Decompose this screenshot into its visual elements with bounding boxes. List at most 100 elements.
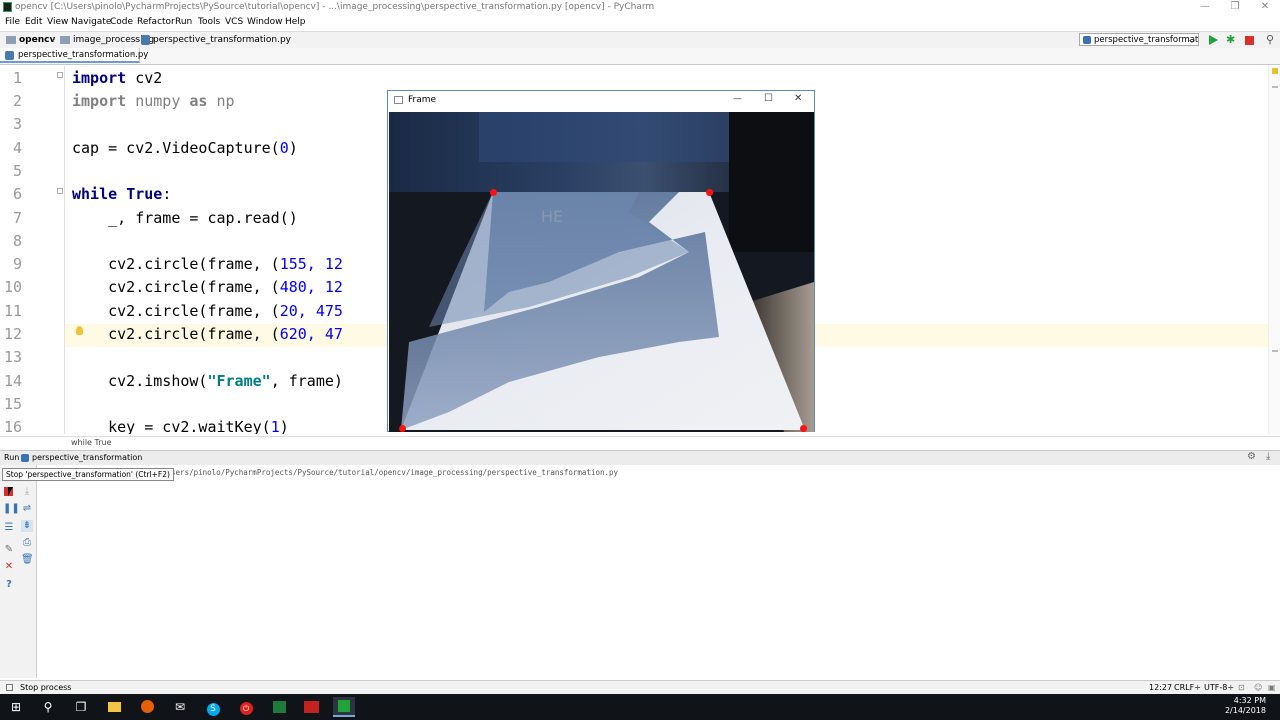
close-button[interactable]: ✕ xyxy=(1250,0,1280,15)
inspector-icon[interactable]: ☺ xyxy=(1254,683,1262,692)
run-icon[interactable] xyxy=(1209,35,1218,45)
line-number: 16 xyxy=(3,418,22,434)
line-number: 13 xyxy=(3,348,22,366)
folder-icon xyxy=(60,36,70,44)
vertical-scrollbar[interactable] xyxy=(1268,66,1280,434)
debug-icon[interactable]: ✱ xyxy=(1226,34,1235,45)
print-icon[interactable]: ⎙ xyxy=(21,537,33,549)
clock-date: 2/14/2018 xyxy=(1224,706,1266,715)
run-config-name[interactable]: perspective_transformation xyxy=(32,453,142,462)
menu-file[interactable]: File xyxy=(5,17,20,27)
lock-icon[interactable]: ⊡ xyxy=(1238,683,1245,692)
menu-refactor[interactable]: Refactor xyxy=(137,17,175,27)
image-app-icon[interactable] xyxy=(268,697,290,717)
line-number-gutter: 1 2 3 4 5 6 7 8 9 10 11 12 13 14 15 16 xyxy=(0,66,83,434)
search-icon[interactable]: ⚲ xyxy=(37,697,59,717)
mail-icon[interactable]: ✉ xyxy=(169,697,191,717)
crumb-separator: › xyxy=(134,35,138,45)
line-number: 8 xyxy=(12,232,22,250)
stop-icon[interactable] xyxy=(1245,36,1254,45)
caret-position[interactable]: 12:27 xyxy=(1149,683,1172,692)
pycharm-app-icon xyxy=(3,2,12,12)
line-separator[interactable]: CRLF÷ xyxy=(1174,683,1201,692)
menu-view[interactable]: View xyxy=(47,17,68,27)
menu-vcs[interactable]: VCS xyxy=(225,17,243,27)
menu-bar: File Edit View Navigate Code Refactor Ru… xyxy=(0,15,1280,30)
menu-run[interactable]: Run xyxy=(175,17,192,27)
pin-icon[interactable]: ✎ xyxy=(3,544,15,556)
python-icon xyxy=(1083,36,1091,44)
paper-faint-text: HE xyxy=(541,207,563,226)
minimize-button[interactable]: — xyxy=(1190,0,1220,15)
recorder-app-icon[interactable] xyxy=(300,697,322,717)
editor-breadcrumb-bar: while True xyxy=(0,436,1280,450)
firefox-icon[interactable] xyxy=(136,697,158,717)
file-encoding[interactable]: UTF-8÷ xyxy=(1204,683,1234,692)
crumb-project[interactable]: opencv xyxy=(19,35,55,45)
restore-layout-icon[interactable]: ☰ xyxy=(3,522,15,534)
run-config-dropdown[interactable]: perspective_transformation ⌵ xyxy=(1079,33,1199,46)
corner-dot-bottom-right xyxy=(800,425,807,432)
line-number: 4 xyxy=(12,139,22,157)
menu-window[interactable]: Window xyxy=(247,17,283,27)
python-file-icon xyxy=(5,51,14,60)
frame-window-title: Frame xyxy=(408,95,437,105)
fold-marker[interactable] xyxy=(57,72,63,78)
line-number: 10 xyxy=(3,278,22,296)
menu-navigate[interactable]: Navigate xyxy=(71,17,111,27)
code-line-1: import cv2 xyxy=(72,69,163,87)
line-number: 9 xyxy=(12,255,22,273)
frame-maximize-button[interactable]: ☐ xyxy=(764,93,773,104)
line-number: 6 xyxy=(12,185,22,203)
file-explorer-icon[interactable] xyxy=(103,697,125,717)
menu-tools[interactable]: Tools xyxy=(198,17,220,27)
crumb-file[interactable]: perspective_transformation.py xyxy=(153,35,291,45)
trash-icon[interactable]: 🗑 xyxy=(21,554,34,566)
pause-icon[interactable]: ❚❚ xyxy=(3,503,20,515)
status-bar: Stop process 12:27 CRLF÷ UTF-8÷ ⊡ ☺ ▣ xyxy=(0,680,1280,695)
menu-edit[interactable]: Edit xyxy=(25,17,42,27)
scroll-to-end-icon[interactable]: ⇟ xyxy=(21,520,33,532)
run-console-panel: ❚❚ ☰ ✎ ✕ ? ⤓ ⇌ ⇟ ⎙ 🗑 /Users/pinolo/Pycha… xyxy=(0,465,1280,678)
run-tool-label: Run xyxy=(4,453,20,462)
start-windows-icon[interactable]: ⊞ xyxy=(5,697,27,717)
maximize-button[interactable]: ❐ xyxy=(1220,0,1250,15)
opencv-frame-window[interactable]: Frame — ☐ ✕ HE xyxy=(387,90,815,432)
menu-help[interactable]: Help xyxy=(285,17,306,27)
scroll-down-icon[interactable]: ⤓ xyxy=(21,486,33,498)
task-view-icon[interactable]: ❐ xyxy=(70,697,92,717)
status-message: Stop process xyxy=(20,683,72,692)
event-log-icon[interactable]: ▣ xyxy=(1268,683,1276,692)
help-icon[interactable]: ? xyxy=(3,579,15,591)
hide-panel-icon[interactable]: ⤓ xyxy=(1266,451,1270,462)
code-line-4: cap = cv2.VideoCapture(0) xyxy=(72,139,298,157)
line-number: 15 xyxy=(3,395,22,413)
frame-close-button[interactable]: ✕ xyxy=(794,93,802,104)
pycharm-taskbar-icon[interactable] xyxy=(333,697,355,717)
tab-perspective-transformation[interactable]: perspective_transformation.py ✕ xyxy=(0,48,148,63)
status-toggle-icon[interactable] xyxy=(6,684,13,691)
frame-app-icon xyxy=(394,96,403,104)
fold-marker[interactable] xyxy=(57,188,63,194)
close-tab-icon[interactable]: ✕ xyxy=(129,48,136,62)
code-line-11: cv2.circle(frame, (20, 475 xyxy=(72,302,343,320)
menu-code[interactable]: Code xyxy=(110,17,133,27)
soft-wrap-icon[interactable]: ⇌ xyxy=(21,503,33,515)
line-number: 1 xyxy=(12,69,22,87)
frame-minimize-button[interactable]: — xyxy=(733,94,742,104)
warning-marker xyxy=(1272,68,1278,74)
python-file-icon xyxy=(141,35,150,45)
error-stripe-marker xyxy=(1272,86,1278,88)
code-line-6: while True: xyxy=(72,185,172,203)
settings-gear-icon[interactable]: ⚙ xyxy=(1247,451,1256,462)
search-icon[interactable]: ⚲ xyxy=(1266,33,1274,46)
close-run-icon[interactable]: ✕ xyxy=(3,561,15,573)
power-app-icon[interactable]: ⏻ xyxy=(235,697,257,717)
folder-icon xyxy=(6,36,16,44)
python-icon xyxy=(21,454,29,462)
stop-tooltip: Stop 'perspective_transformation' (Ctrl+… xyxy=(2,468,174,481)
skype-icon[interactable]: S xyxy=(202,697,224,717)
taskbar-clock[interactable]: 4:32 PM 2/14/2018 xyxy=(1225,696,1266,716)
breadcrumb-while-true[interactable]: while True xyxy=(71,438,112,447)
chevron-down-icon: ⌵ xyxy=(1188,36,1195,45)
